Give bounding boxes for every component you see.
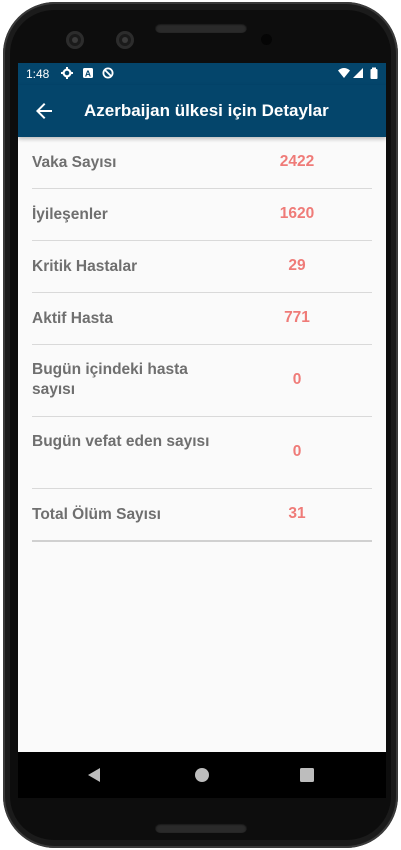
detail-row-aktif-hasta: Aktif Hasta 771	[32, 293, 372, 345]
phone-frame: 1:48 A Azerbaijan ülkesi için Detaylar V…	[0, 0, 401, 850]
detail-label: İyileşenler	[32, 206, 108, 223]
svg-text:A: A	[85, 68, 91, 78]
detail-value: 31	[288, 505, 306, 522]
battery-icon	[370, 67, 378, 79]
detail-value: 1620	[279, 205, 315, 222]
nav-back-icon[interactable]	[84, 764, 106, 786]
back-arrow-icon[interactable]	[32, 99, 56, 123]
app-bar: Azerbaijan ülkesi için Detaylar	[18, 85, 386, 137]
bottom-speaker	[155, 823, 247, 833]
status-time: 1:48	[26, 67, 50, 81]
detail-value: 2422	[279, 153, 315, 170]
no-sync-icon	[102, 67, 114, 79]
nav-recents-icon[interactable]	[296, 764, 318, 786]
detail-label: Kritik Hastalar	[32, 258, 138, 275]
front-camera	[66, 31, 84, 49]
detail-row-bugun-hasta: Bugün içindeki hasta sayısı 0	[32, 345, 372, 417]
detail-row-iyilesenler: İyileşenler 1620	[32, 189, 372, 241]
detail-label: Vaka Sayısı	[32, 154, 117, 171]
earpiece-speaker	[155, 23, 247, 33]
detail-label: Bugün vefat eden sayısı	[32, 433, 210, 450]
front-camera-secondary	[116, 31, 134, 49]
detail-value: 771	[284, 309, 310, 326]
detail-label: Bugün içindeki hasta sayısı	[32, 361, 188, 398]
page-title: Azerbaijan ülkesi için Detaylar	[84, 101, 329, 120]
detail-label: Total Ölüm Sayısı	[32, 506, 161, 523]
detail-label: Aktif Hasta	[32, 310, 113, 327]
detail-value: 0	[292, 443, 302, 460]
signal-icon	[353, 68, 363, 78]
detail-value: 0	[292, 371, 302, 388]
detail-row-vaka-sayisi: Vaka Sayısı 2422	[32, 137, 372, 189]
proximity-sensor	[261, 34, 272, 45]
detail-row-kritik-hastalar: Kritik Hastalar 29	[32, 241, 372, 293]
status-bar: 1:48 A	[18, 63, 386, 85]
nav-home-icon[interactable]	[191, 764, 213, 786]
detail-value: 29	[288, 257, 306, 274]
a-badge-icon: A	[83, 68, 93, 78]
details-list: Vaka Sayısı 2422 İyileşenler 1620 Kritik…	[32, 137, 372, 542]
wifi-icon	[338, 68, 350, 78]
detail-row-total-olum: Total Ölüm Sayısı 31	[32, 489, 372, 542]
detail-row-bugun-vefat: Bugün vefat eden sayısı 0	[32, 417, 372, 489]
gear-icon	[61, 67, 73, 79]
system-nav-bar	[18, 752, 386, 798]
